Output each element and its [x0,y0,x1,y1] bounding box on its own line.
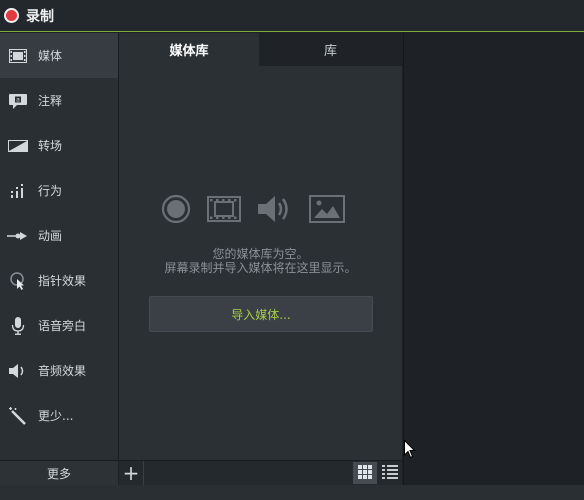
speaker-icon [7,361,29,381]
sidebar-item-label: 注释 [38,94,63,108]
svg-text:a: a [16,96,20,103]
list-view-button[interactable] [378,462,402,484]
record-icon [4,8,19,23]
tab-library[interactable]: 库 [259,33,402,66]
sidebar-item-media[interactable]: 媒体 [0,33,118,78]
list-view-icon [382,464,398,483]
media-tabs: 媒体库 库 [119,33,402,66]
sidebar-item-voice-narration[interactable]: 语音旁白 [0,303,118,348]
tab-media-bin[interactable]: 媒体库 [119,33,259,66]
record-button[interactable]: 录制 [4,6,54,26]
empty-state-icons [161,194,345,224]
mouse-cursor-icon [404,439,416,463]
add-media-button[interactable]: + [119,461,144,485]
media-bin-panel: 媒体库 库 您的媒体库为空。 屏幕录制并导入媒体将在这里显示。 导入媒体... [119,33,402,460]
magic-wand-icon [7,406,29,426]
sidebar-item-label: 语音旁白 [38,319,87,333]
sidebar-item-label: 音频效果 [38,364,87,378]
sidebar-item-label: 指针效果 [38,274,87,288]
import-media-button[interactable]: 导入媒体... [149,296,373,332]
film-icon [7,46,29,66]
microphone-icon [7,316,29,336]
sidebar-item-label: 媒体 [38,49,63,63]
sidebar: 媒体 a 注释 转场 行为 动画 指针效果 语音旁白 音频效果 更少... [0,33,119,460]
more-tools-label: 更多 [46,466,71,481]
more-tools-button[interactable]: 更多 [0,460,118,485]
sidebar-item-behaviors[interactable]: 行为 [0,168,118,213]
cursor-effect-icon [7,271,29,291]
image-icon [309,195,345,223]
sidebar-item-less[interactable]: 更少... [0,393,118,438]
canvas-area[interactable] [403,33,584,485]
sidebar-item-label: 行为 [38,184,63,198]
animation-icon [7,226,29,246]
callout-icon: a [7,91,29,111]
sidebar-item-audio-effects[interactable]: 音频效果 [0,348,118,393]
record-circle-icon [161,194,191,224]
sidebar-item-label: 动画 [38,229,63,243]
empty-state-message: 您的媒体库为空。 屏幕录制并导入媒体将在这里显示。 [119,247,402,275]
sidebar-item-animations[interactable]: 动画 [0,213,118,258]
sidebar-item-annotations[interactable]: a 注释 [0,78,118,123]
grid-view-icon [358,464,372,483]
behavior-icon [7,181,29,201]
transition-icon [7,136,29,156]
sidebar-item-transitions[interactable]: 转场 [0,123,118,168]
audio-speaker-icon [257,194,293,224]
media-panel-footer: + [119,460,402,485]
bottom-strip [0,485,584,500]
empty-state-line2: 屏幕录制并导入媒体将在这里显示。 [164,261,357,275]
sidebar-item-label: 更少... [38,409,74,423]
sidebar-item-cursor-effects[interactable]: 指针效果 [0,258,118,303]
empty-state-line1: 您的媒体库为空。 [212,247,309,261]
sidebar-item-label: 转场 [38,139,63,153]
top-toolbar: 录制 [0,0,584,32]
record-label: 录制 [26,8,54,25]
grid-view-button[interactable] [353,462,377,484]
film-strip-icon [207,196,241,222]
